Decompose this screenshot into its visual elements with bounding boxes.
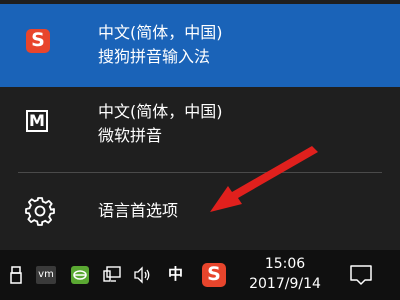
taskbar: vm 中 S 15:06 2017/9/14 bbox=[0, 250, 400, 300]
ime-name-label: 微软拼音 bbox=[98, 126, 163, 145]
ime-mode-indicator[interactable]: 中 bbox=[168, 264, 183, 284]
action-center-icon[interactable] bbox=[348, 263, 374, 287]
ime-item-microsoft-pinyin[interactable]: M 中文(简体，中国) 微软拼音 bbox=[0, 90, 400, 170]
gear-icon bbox=[25, 197, 55, 226]
usb-icon[interactable] bbox=[6, 265, 26, 285]
sogou-icon: S bbox=[26, 29, 50, 53]
network-security-icon[interactable] bbox=[70, 265, 90, 285]
volume-icon[interactable] bbox=[132, 265, 152, 285]
microsoft-pinyin-icon: M bbox=[26, 110, 50, 134]
ime-item-text: 中文(简体，中国) 搜狗拼音输入法 bbox=[98, 21, 223, 69]
ime-item-text: 中文(简体，中国) 微软拼音 bbox=[98, 100, 223, 148]
taskbar-clock[interactable]: 15:06 2017/9/14 bbox=[246, 254, 324, 294]
language-preferences-label: 语言首选项 bbox=[98, 201, 179, 220]
network-icon[interactable] bbox=[102, 265, 122, 285]
clock-time: 15:06 bbox=[264, 256, 306, 272]
vmware-icon[interactable]: vm bbox=[36, 266, 56, 284]
clock-date: 2017/9/14 bbox=[249, 276, 321, 292]
ime-language-label: 中文(简体，中国) bbox=[98, 23, 223, 42]
language-preferences-item[interactable]: 语言首选项 bbox=[0, 178, 400, 244]
menu-divider bbox=[18, 172, 382, 173]
ime-item-sogou[interactable]: S 中文(简体，中国) 搜狗拼音输入法 bbox=[0, 4, 400, 87]
sogou-tray-icon[interactable]: S bbox=[202, 263, 226, 287]
ime-flyout: S 中文(简体，中国) 搜狗拼音输入法 M 中文(简体，中国) 微软拼音 语言首… bbox=[0, 0, 400, 250]
ime-language-label: 中文(简体，中国) bbox=[98, 102, 223, 121]
ime-name-label: 搜狗拼音输入法 bbox=[98, 47, 211, 66]
